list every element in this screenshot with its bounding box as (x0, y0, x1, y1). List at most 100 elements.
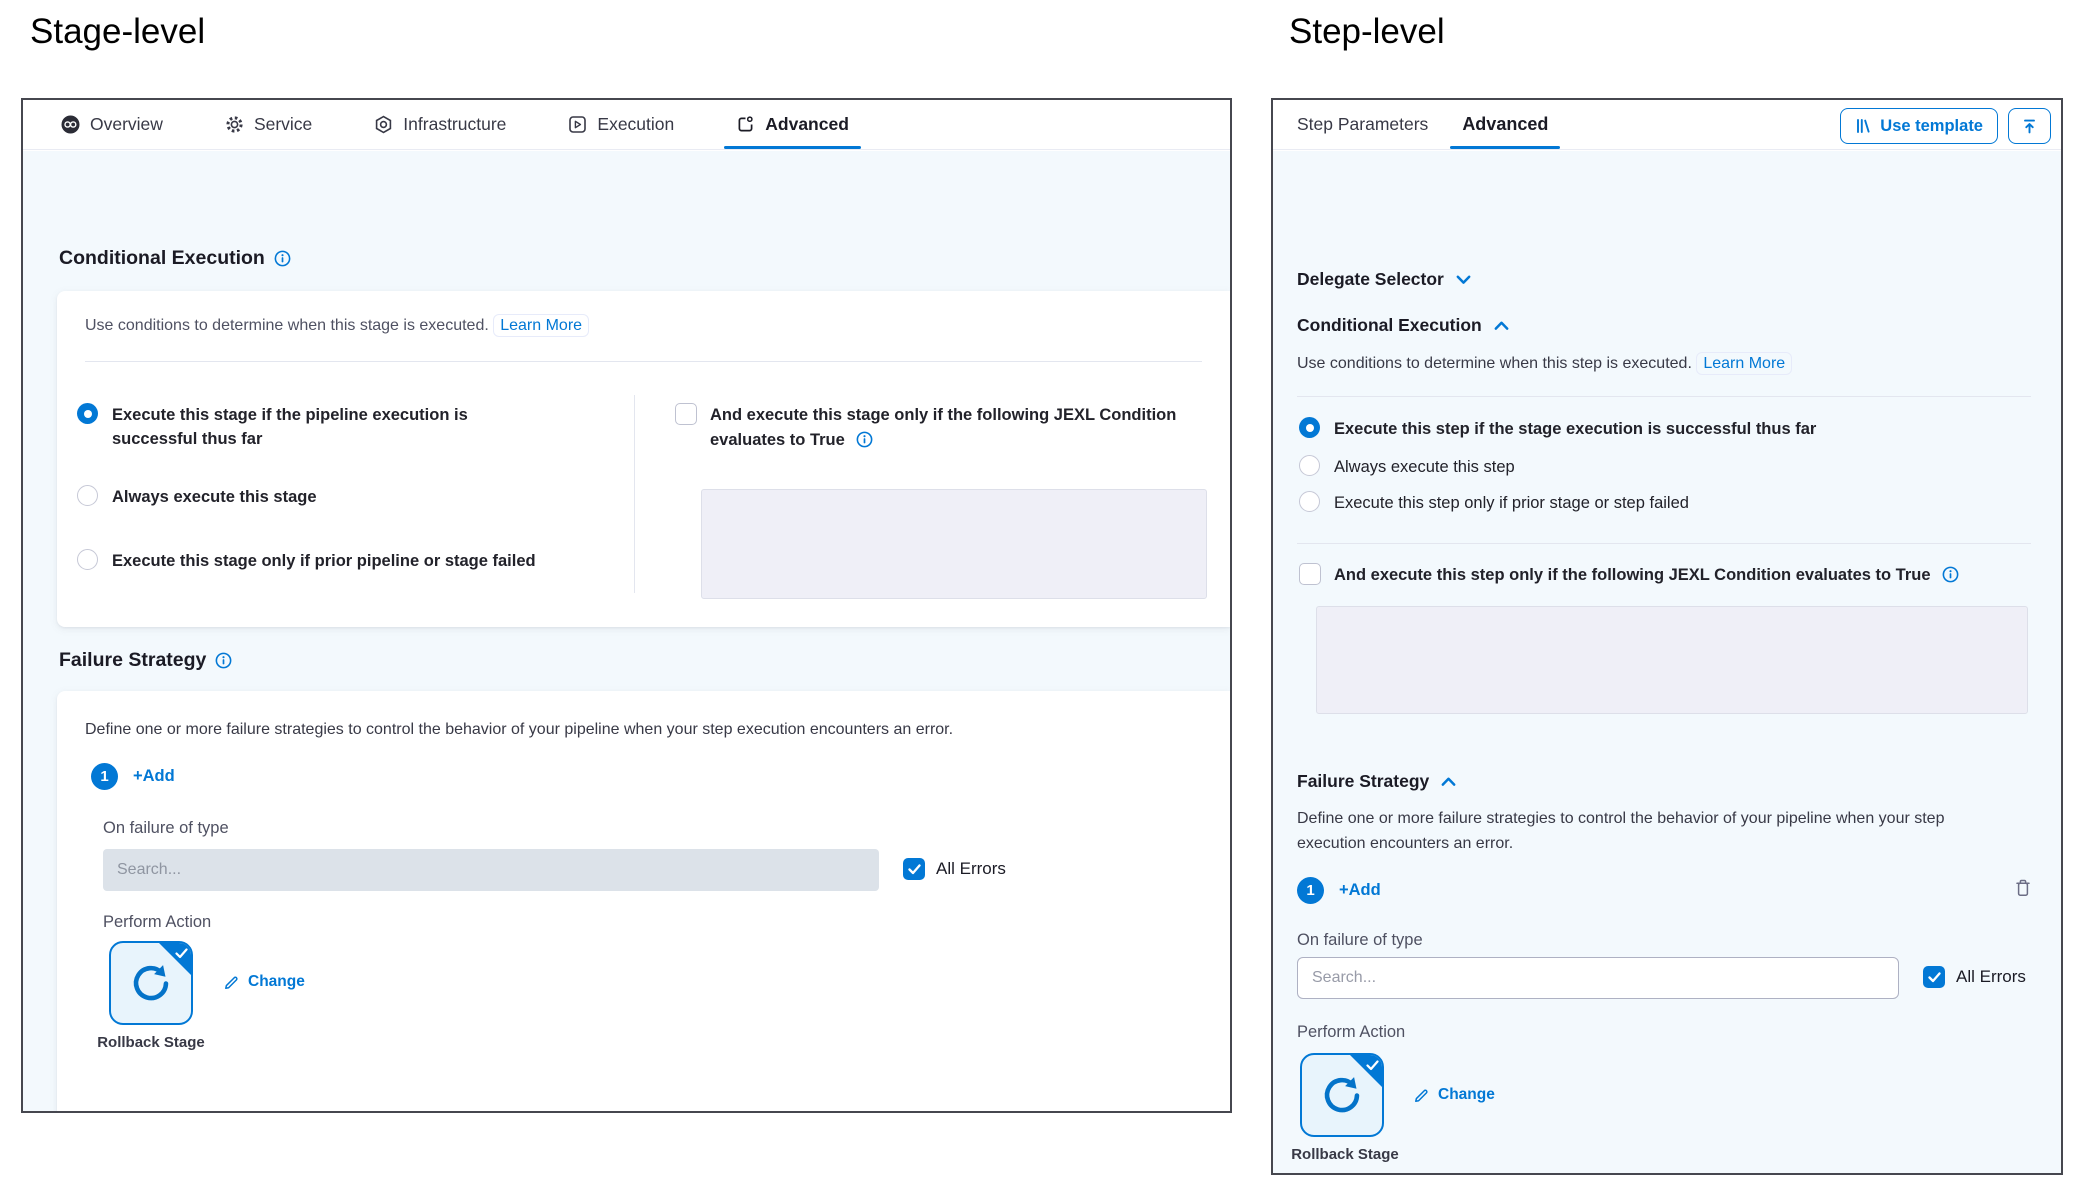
radio-option-always-execute[interactable]: Always execute this step (1299, 455, 1515, 480)
strategy-list-row: 1 +Add (1297, 877, 1381, 904)
checkbox-checked-icon[interactable] (1923, 966, 1945, 988)
stage-advanced-content: Conditional Execution Use conditions to … (23, 151, 1230, 1111)
tab-step-parameters[interactable]: Step Parameters (1297, 100, 1428, 149)
advanced-icon (736, 115, 755, 134)
radio-unselected-icon[interactable] (1299, 491, 1320, 512)
heading-text: Delegate Selector (1297, 269, 1444, 290)
check-icon (175, 946, 188, 964)
learn-more-link[interactable]: Learn More (493, 314, 589, 337)
overview-icon (61, 115, 80, 134)
radio-label: Always execute this stage (112, 485, 317, 510)
delete-strategy-icon[interactable] (2015, 879, 2031, 902)
conditional-execution-heading: Conditional Execution (1297, 315, 1509, 336)
tab-label: Overview (90, 114, 163, 135)
conditional-execution-card: Use conditions to determine when this st… (57, 291, 1230, 627)
add-strategy-button[interactable]: +Add (1339, 881, 1381, 900)
radio-option-stage-successful[interactable]: Execute this step if the stage execution… (1299, 417, 1816, 442)
all-errors-checkbox-row[interactable]: All Errors (903, 858, 1006, 880)
gear-icon (225, 115, 244, 134)
jexl-condition-checkbox-row[interactable]: And execute this stage only if the follo… (675, 403, 1187, 456)
heading-text: Conditional Execution (59, 247, 265, 270)
chevron-down-icon[interactable] (1456, 275, 1471, 285)
tab-execution[interactable]: Execution (568, 100, 674, 149)
check-icon (1366, 1058, 1379, 1076)
step-level-title: Step-level (1289, 12, 1445, 52)
add-strategy-button[interactable]: +Add (133, 767, 175, 786)
perform-action-label: Perform Action (1297, 1023, 1405, 1042)
all-errors-label: All Errors (1956, 967, 2026, 987)
tab-infrastructure[interactable]: Infrastructure (374, 100, 506, 149)
all-errors-checkbox-row[interactable]: All Errors (1923, 966, 2026, 988)
strategy-count-badge[interactable]: 1 (1297, 877, 1324, 904)
checkbox-unchecked-icon[interactable] (1299, 563, 1321, 585)
divider (1297, 543, 2031, 544)
description-text: Use conditions to determine when this st… (85, 317, 489, 334)
tab-overview[interactable]: Overview (61, 100, 163, 149)
radio-option-prior-failed[interactable]: Execute this stage only if prior pipelin… (77, 549, 536, 574)
info-icon[interactable] (274, 250, 291, 267)
pencil-icon (223, 974, 240, 991)
jexl-condition-input[interactable] (701, 489, 1207, 599)
header-buttons: Use template (1840, 108, 2051, 144)
upload-template-button[interactable] (2008, 108, 2051, 144)
strategy-count-badge[interactable]: 1 (91, 763, 118, 790)
radio-label: Always execute this step (1334, 455, 1515, 480)
heading-text: Failure Strategy (1297, 771, 1429, 792)
failure-strategy-card: Define one or more failure strategies to… (57, 691, 1230, 1111)
rollback-stage-action-tile[interactable] (1300, 1053, 1384, 1137)
divider (634, 395, 635, 593)
tab-label: Execution (597, 114, 674, 135)
jexl-condition-input[interactable] (1316, 606, 2028, 714)
use-template-label: Use template (1880, 117, 1983, 136)
tab-label: Service (254, 114, 312, 135)
radio-option-always-execute[interactable]: Always execute this stage (77, 485, 317, 510)
conditional-execution-description: Use conditions to determine when this st… (1297, 355, 1792, 373)
tab-advanced[interactable]: Advanced (736, 100, 849, 149)
jexl-condition-checkbox-row[interactable]: And execute this step only if the follow… (1299, 563, 1959, 591)
divider (1297, 396, 2031, 397)
failure-strategy-description: Define one or more failure strategies to… (1297, 807, 2003, 857)
tab-label: Step Parameters (1297, 114, 1428, 135)
change-action-link[interactable]: Change (1413, 1086, 1495, 1104)
radio-selected-icon[interactable] (77, 403, 98, 424)
delegate-selector-heading: Delegate Selector (1297, 269, 1471, 290)
failure-type-search-input[interactable] (103, 849, 879, 891)
info-icon[interactable] (215, 652, 232, 669)
all-errors-label: All Errors (936, 859, 1006, 879)
checkbox-unchecked-icon[interactable] (675, 403, 697, 425)
description-text: Use conditions to determine when this st… (1297, 355, 1692, 372)
radio-option-pipeline-successful[interactable]: Execute this stage if the pipeline execu… (77, 403, 547, 452)
rollback-stage-label: Rollback Stage (1273, 1145, 1417, 1165)
radio-option-prior-failed[interactable]: Execute this step only if prior stage or… (1299, 491, 1689, 516)
info-icon[interactable] (856, 431, 873, 456)
radio-unselected-icon[interactable] (1299, 455, 1320, 476)
heading-text: Failure Strategy (59, 649, 206, 672)
checkbox-checked-icon[interactable] (903, 858, 925, 880)
execution-icon (568, 115, 587, 134)
change-label: Change (248, 973, 305, 991)
learn-more-link[interactable]: Learn More (1696, 352, 1792, 375)
chevron-up-icon[interactable] (1441, 777, 1456, 787)
step-settings-panel: Step Parameters Advanced Use template De… (1271, 98, 2063, 1175)
info-icon[interactable] (1942, 566, 1959, 591)
infrastructure-icon (374, 115, 393, 134)
radio-label: Execute this stage if the pipeline execu… (112, 403, 532, 452)
failure-strategy-heading: Failure Strategy (1297, 771, 1456, 792)
step-tabbar: Step Parameters Advanced Use template (1273, 100, 2061, 150)
rollback-stage-action-tile[interactable] (109, 941, 193, 1025)
radio-unselected-icon[interactable] (77, 549, 98, 570)
radio-selected-icon[interactable] (1299, 417, 1320, 438)
change-action-link[interactable]: Change (223, 973, 305, 991)
radio-label: Execute this stage only if prior pipelin… (112, 549, 536, 574)
chevron-up-icon[interactable] (1494, 321, 1509, 331)
upload-icon (2021, 118, 2038, 135)
radio-label: Execute this step if the stage execution… (1334, 417, 1816, 442)
failure-strategy-heading: Failure Strategy (59, 649, 232, 672)
tab-service[interactable]: Service (225, 100, 312, 149)
radio-label: Execute this step only if prior stage or… (1334, 491, 1689, 516)
use-template-button[interactable]: Use template (1840, 108, 1998, 144)
checkbox-label: And execute this stage only if the follo… (710, 406, 1176, 449)
failure-type-search-input[interactable] (1297, 957, 1899, 999)
radio-unselected-icon[interactable] (77, 485, 98, 506)
tab-advanced[interactable]: Advanced (1462, 100, 1548, 149)
